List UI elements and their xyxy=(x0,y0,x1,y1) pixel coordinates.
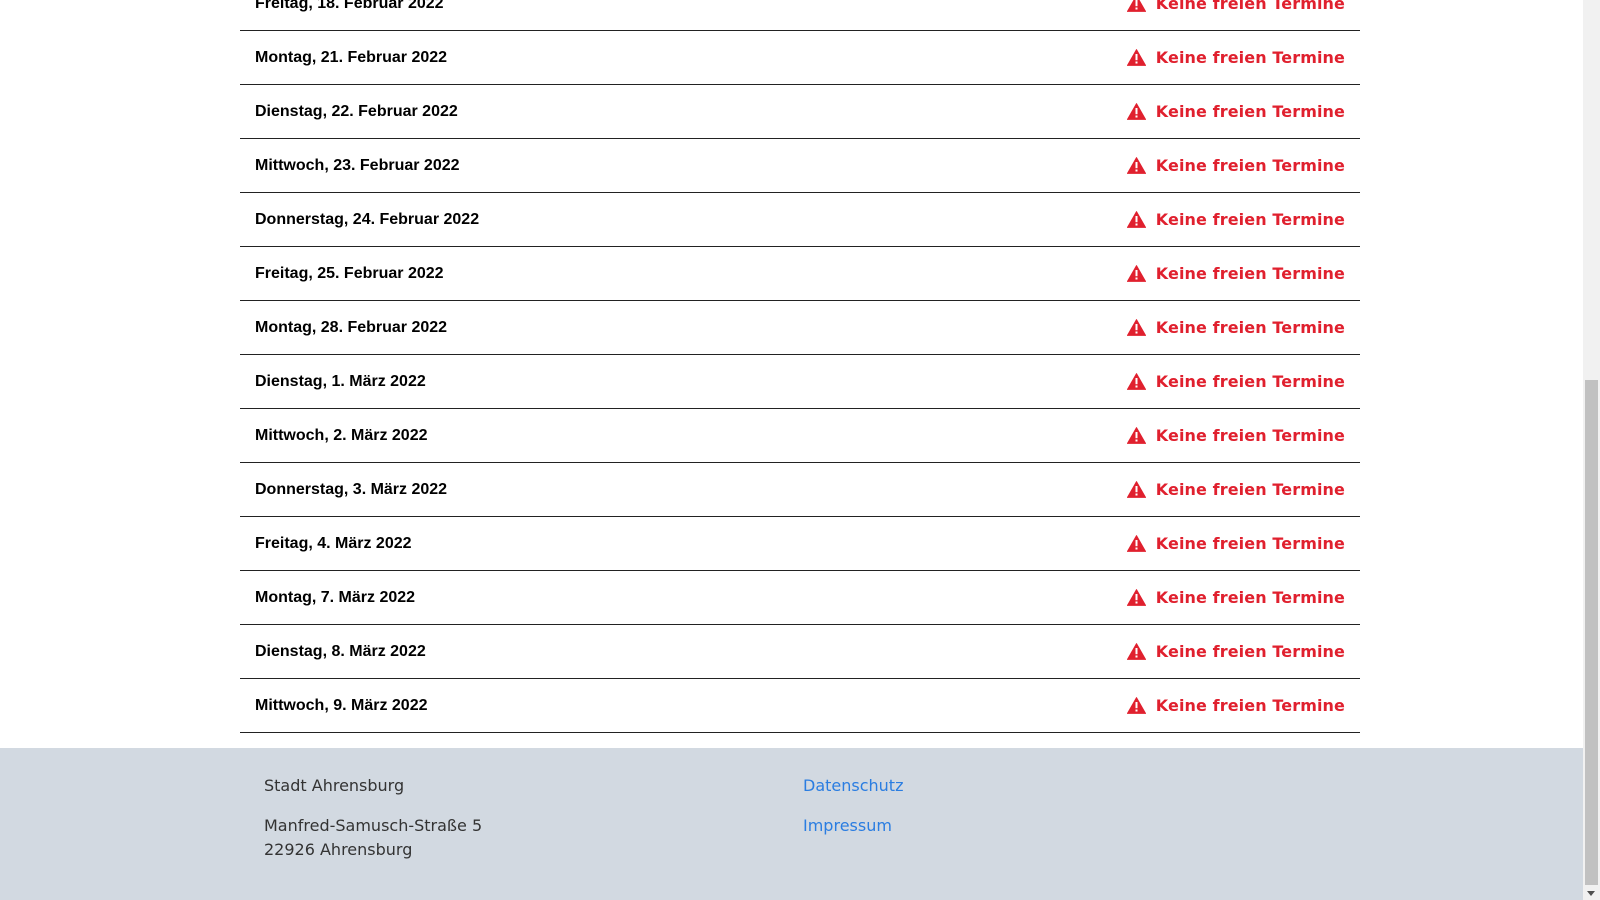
appointment-row: Mittwoch, 2. März 2022 Keine freien Termi… xyxy=(240,409,1360,463)
appointment-row: Mittwoch, 23. Februar 2022 Keine freien T… xyxy=(240,139,1360,193)
warning-triangle-icon xyxy=(1126,211,1146,228)
availability-status-label: Keine freien Termine xyxy=(1155,264,1345,283)
appointment-row: Dienstag, 1. März 2022 Keine freien Termi… xyxy=(240,355,1360,409)
appointment-date: Freitag, 25. Februar 2022 xyxy=(255,264,444,282)
availability-status-label: Keine freien Termine xyxy=(1155,318,1345,337)
warning-triangle-icon xyxy=(1126,49,1146,66)
availability-status: Keine freien Termine xyxy=(1126,318,1345,337)
appointment-row: Freitag, 4. März 2022 Keine freien Termin… xyxy=(240,517,1360,571)
appointment-date: Dienstag, 8. März 2022 xyxy=(255,642,426,660)
appointment-list: Freitag, 18. Februar 2022 Keine freien Te… xyxy=(240,0,1360,733)
appointment-row: Donnerstag, 3. März 2022 Keine freien Ter… xyxy=(240,463,1360,517)
warning-triangle-icon xyxy=(1126,265,1146,282)
availability-status: Keine freien Termine xyxy=(1126,480,1345,499)
warning-triangle-icon xyxy=(1126,589,1146,606)
availability-status: Keine freien Termine xyxy=(1126,534,1345,553)
appointment-row: Donnerstag, 24. Februar 2022 Keine freien… xyxy=(240,193,1360,247)
availability-status: Keine freien Termine xyxy=(1126,588,1345,607)
appointment-row: Montag, 7. März 2022 Keine freien Termine xyxy=(240,571,1360,625)
appointment-date: Freitag, 4. März 2022 xyxy=(255,534,412,552)
privacy-link[interactable]: Datenschutz xyxy=(803,774,903,798)
warning-triangle-icon xyxy=(1126,157,1146,174)
availability-status-label: Keine freien Termine xyxy=(1155,480,1345,499)
appointment-date: Dienstag, 22. Februar 2022 xyxy=(255,102,458,120)
availability-status: Keine freien Termine xyxy=(1126,426,1345,445)
appointment-date: Montag, 7. März 2022 xyxy=(255,588,416,606)
appointment-date: Mittwoch, 9. März 2022 xyxy=(255,696,428,714)
availability-status-label: Keine freien Termine xyxy=(1155,534,1345,553)
availability-status-label: Keine freien Termine xyxy=(1155,696,1345,715)
appointment-date: Freitag, 18. Februar 2022 xyxy=(255,0,444,12)
footer-address: Stadt Ahrensburg Manfred-Samusch-Straße … xyxy=(264,774,482,862)
appointment-row: Dienstag, 22. Februar 2022 Keine freien T… xyxy=(240,85,1360,139)
warning-triangle-icon xyxy=(1126,319,1146,336)
warning-triangle-icon xyxy=(1126,427,1146,444)
footer-links: Datenschutz Impressum xyxy=(803,774,903,838)
availability-status: Keine freien Termine xyxy=(1126,642,1345,661)
availability-status: Keine freien Termine xyxy=(1126,372,1345,391)
appointment-date: Dienstag, 1. März 2022 xyxy=(255,372,426,390)
appointment-date: Mittwoch, 2. März 2022 xyxy=(255,426,428,444)
appointment-row: Freitag, 25. Februar 2022 Keine freien Te… xyxy=(240,247,1360,301)
warning-triangle-icon xyxy=(1126,535,1146,552)
footer-city: 22926 Ahrensburg xyxy=(264,840,413,859)
availability-status-label: Keine freien Termine xyxy=(1155,426,1345,445)
availability-status: Keine freien Termine xyxy=(1126,102,1345,121)
availability-status: Keine freien Termine xyxy=(1126,48,1345,67)
availability-status-label: Keine freien Termine xyxy=(1155,102,1345,121)
warning-triangle-icon xyxy=(1126,373,1146,390)
vertical-scrollbar[interactable] xyxy=(1583,0,1600,900)
appointment-row: Dienstag, 8. März 2022 Keine freien Termi… xyxy=(240,625,1360,679)
availability-status-label: Keine freien Termine xyxy=(1155,48,1345,67)
appointment-date: Donnerstag, 24. Februar 2022 xyxy=(255,210,480,228)
page-footer: Stadt Ahrensburg Manfred-Samusch-Straße … xyxy=(0,748,1583,900)
imprint-link[interactable]: Impressum xyxy=(803,814,903,838)
availability-status-label: Keine freien Termine xyxy=(1155,0,1345,13)
appointment-row: Freitag, 18. Februar 2022 Keine freien Te… xyxy=(240,0,1360,31)
availability-status-label: Keine freien Termine xyxy=(1155,588,1345,607)
availability-status: Keine freien Termine xyxy=(1126,156,1345,175)
scroll-down-arrow-icon[interactable] xyxy=(1587,891,1595,896)
warning-triangle-icon xyxy=(1126,103,1146,120)
appointment-row: Mittwoch, 9. März 2022 Keine freien Termi… xyxy=(240,679,1360,733)
appointment-row: Montag, 28. Februar 2022 Keine freien Ter… xyxy=(240,301,1360,355)
appointment-date: Montag, 28. Februar 2022 xyxy=(255,318,448,336)
page-viewport: Freitag, 18. Februar 2022 Keine freien Te… xyxy=(0,0,1583,900)
availability-status: Keine freien Termine xyxy=(1126,210,1345,229)
appointment-date: Montag, 21. Februar 2022 xyxy=(255,48,448,66)
footer-organization: Stadt Ahrensburg xyxy=(264,776,405,795)
appointment-row: Montag, 21. Februar 2022 Keine freien Ter… xyxy=(240,31,1360,85)
warning-triangle-icon xyxy=(1126,697,1146,714)
availability-status-label: Keine freien Termine xyxy=(1155,156,1345,175)
availability-status-label: Keine freien Termine xyxy=(1155,642,1345,661)
availability-status-label: Keine freien Termine xyxy=(1155,372,1345,391)
availability-status: Keine freien Termine xyxy=(1126,0,1345,13)
availability-status: Keine freien Termine xyxy=(1126,264,1345,283)
availability-status-label: Keine freien Termine xyxy=(1155,210,1345,229)
warning-triangle-icon xyxy=(1126,0,1146,12)
footer-street: Manfred-Samusch-Straße 5 xyxy=(264,816,483,835)
appointment-date: Donnerstag, 3. März 2022 xyxy=(255,480,448,498)
scrollbar-thumb[interactable] xyxy=(1585,380,1598,885)
warning-triangle-icon xyxy=(1126,643,1146,660)
appointment-date: Mittwoch, 23. Februar 2022 xyxy=(255,156,460,174)
warning-triangle-icon xyxy=(1126,481,1146,498)
availability-status: Keine freien Termine xyxy=(1126,696,1345,715)
